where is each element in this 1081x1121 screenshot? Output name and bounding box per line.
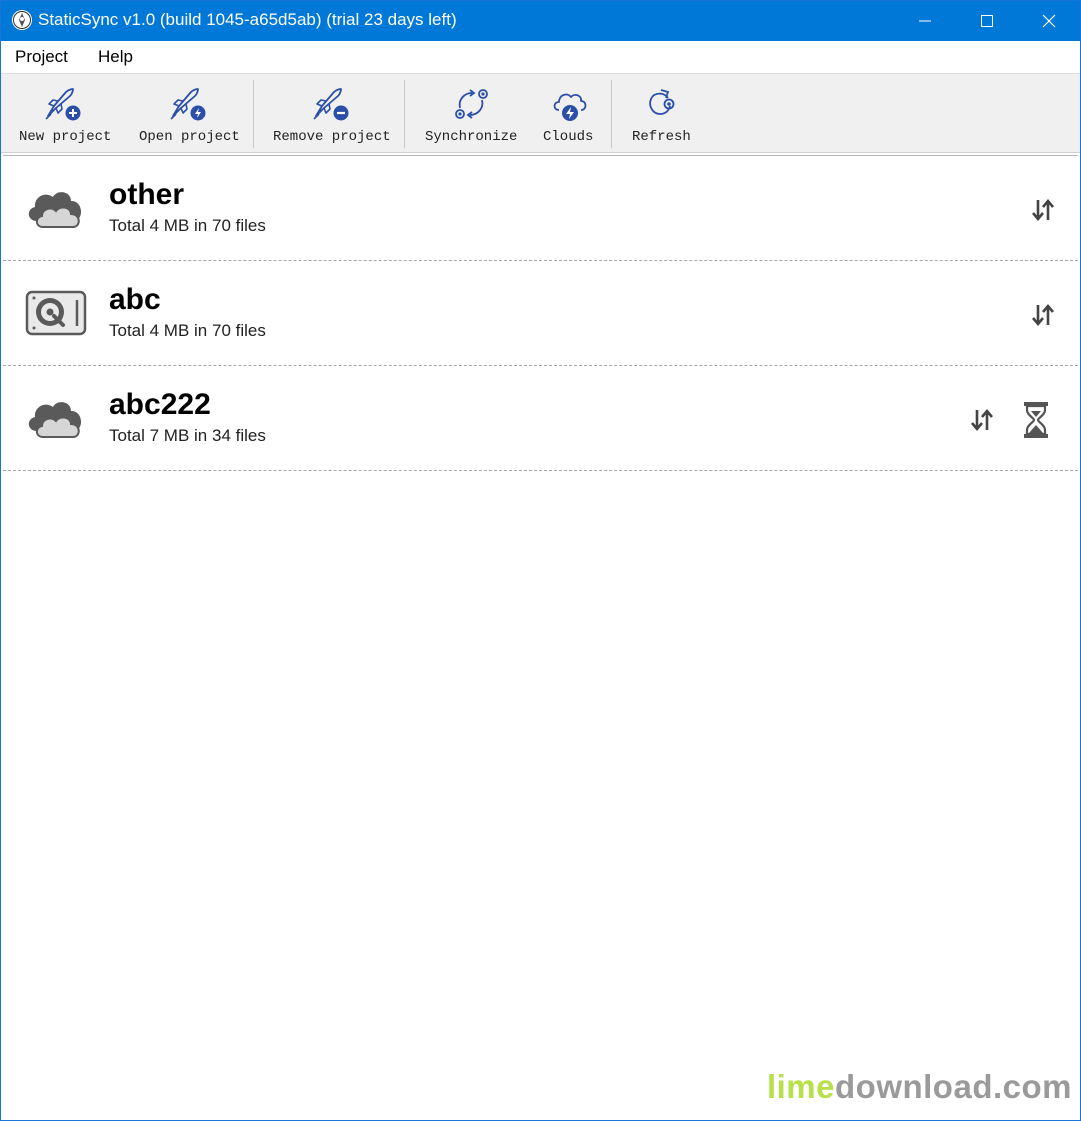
open-project-label: Open project: [139, 129, 240, 145]
rocket-open-icon: [170, 88, 206, 121]
sort-arrows-icon[interactable]: [968, 406, 996, 434]
watermark: limedownload.com: [767, 1068, 1072, 1106]
clouds-label: Clouds: [543, 129, 594, 145]
app-logo-icon: [12, 10, 32, 30]
maximize-button[interactable]: [956, 1, 1018, 41]
app-window: StaticSync v1.0 (build 1045-a65d5ab) (tr…: [0, 0, 1081, 1121]
sort-arrows-icon[interactable]: [1029, 196, 1057, 224]
minimize-button[interactable]: [894, 1, 956, 41]
cloud-icon: [28, 192, 82, 228]
refresh-icon: [649, 89, 675, 115]
minimize-icon: [919, 20, 931, 22]
new-project-label: New project: [19, 129, 112, 145]
remove-project-label: Remove project: [273, 129, 391, 145]
project-name: other: [109, 178, 184, 211]
list-item[interactable]: other Total 4 MB in 70 files: [3, 156, 1078, 261]
maximize-icon: [981, 15, 993, 27]
cloud-icon: [28, 402, 82, 438]
rocket-plus-icon: [45, 88, 81, 121]
hard-drive-icon: [25, 290, 87, 336]
menu-bar: Project Help: [1, 41, 1080, 73]
project-info: Total 4 MB in 70 files: [109, 321, 266, 340]
title-bar[interactable]: StaticSync v1.0 (build 1045-a65d5ab) (tr…: [1, 1, 1080, 41]
project-name: abc222: [109, 388, 211, 421]
clouds-button[interactable]: Clouds: [537, 74, 603, 152]
sync-icon: [455, 89, 488, 119]
sort-arrows-icon[interactable]: [1029, 301, 1057, 329]
new-project-button[interactable]: New project: [13, 74, 113, 152]
watermark-lime: lime: [766, 1068, 835, 1105]
toolbar: New project Open project Remove project …: [1, 73, 1080, 153]
list-item[interactable]: abc Total 4 MB in 70 files: [3, 261, 1078, 366]
open-project-button[interactable]: Open project: [133, 74, 243, 152]
window-title: StaticSync v1.0 (build 1045-a65d5ab) (tr…: [38, 10, 457, 29]
close-button[interactable]: [1018, 1, 1080, 41]
project-name: abc: [109, 283, 161, 316]
cloud-bolt-icon: [553, 93, 587, 121]
rocket-minus-icon: [313, 88, 349, 121]
toolbar-separator: [253, 80, 254, 148]
remove-project-button[interactable]: Remove project: [267, 74, 395, 152]
menu-help[interactable]: Help: [98, 47, 133, 67]
close-icon: [1042, 14, 1056, 28]
toolbar-separator: [404, 80, 405, 148]
project-info: Total 4 MB in 70 files: [109, 216, 266, 235]
refresh-button[interactable]: Refresh: [625, 74, 697, 152]
menu-project[interactable]: Project: [15, 47, 68, 67]
project-list: other Total 4 MB in 70 files abc Total 4…: [3, 155, 1078, 1119]
watermark-domain: download.com: [835, 1068, 1072, 1105]
synchronize-button[interactable]: Synchronize: [419, 74, 523, 152]
toolbar-separator: [611, 80, 612, 148]
refresh-label: Refresh: [632, 129, 691, 145]
list-item[interactable]: abc222 Total 7 MB in 34 files: [3, 366, 1078, 471]
hourglass-icon: [1024, 402, 1048, 438]
synchronize-label: Synchronize: [425, 129, 518, 145]
project-info: Total 7 MB in 34 files: [109, 426, 266, 445]
